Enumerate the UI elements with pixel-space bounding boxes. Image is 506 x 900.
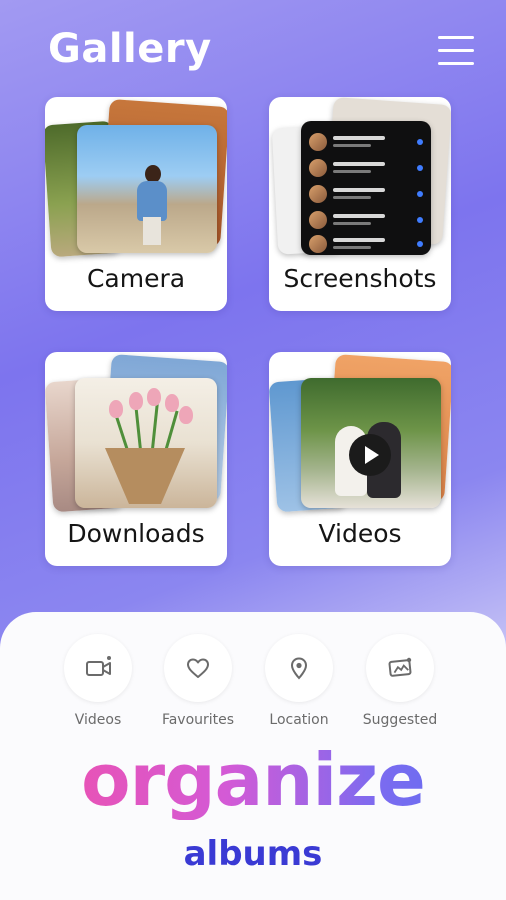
chat-row [309, 209, 427, 231]
tulip-flower [129, 392, 143, 410]
photo-thumbnail [77, 125, 217, 253]
album-label-camera: Camera [86, 264, 186, 293]
album-thumbnail-stack [271, 97, 451, 255]
quick-action-suggested[interactable]: Suggested [350, 634, 450, 728]
album-thumbnail-stack [45, 98, 227, 258]
screenshot-thumbnail [301, 121, 431, 255]
album-thumbnail-stack [45, 354, 227, 513]
tulip-flower [165, 394, 179, 412]
quick-action-favourites[interactable]: Favourites [148, 634, 248, 728]
quick-action-location[interactable]: Location [249, 634, 349, 728]
play-icon[interactable] [349, 434, 391, 476]
album-card-screenshots[interactable]: Screenshots [269, 97, 451, 311]
album-label-videos: Videos [318, 519, 402, 548]
video-thumbnail [301, 378, 441, 508]
photo-thumbnail [75, 378, 217, 508]
hamburger-menu-icon[interactable] [438, 34, 474, 66]
album-card-videos[interactable]: Videos [269, 352, 451, 566]
app-title: Gallery [48, 26, 212, 72]
chat-row [309, 131, 427, 153]
heart-icon [187, 658, 209, 678]
album-card-camera[interactable]: Camera [45, 97, 227, 311]
tulip-flower [109, 400, 123, 418]
video-camera-icon [86, 656, 111, 676]
album-card-downloads[interactable]: Downloads [45, 352, 227, 566]
person-figure [135, 165, 169, 245]
quick-action-circle [366, 634, 434, 702]
album-thumbnail-stack [269, 354, 451, 513]
quick-action-label: Suggested [362, 712, 438, 728]
chat-row [309, 233, 427, 255]
album-label-downloads: Downloads [67, 519, 205, 548]
album-label-screenshots: Screenshots [283, 264, 437, 293]
tulip-flower [147, 388, 161, 406]
promo-subline: albums [183, 834, 323, 874]
bouquet-wrap [105, 448, 185, 504]
chat-row [309, 157, 427, 179]
promo-headline: organize [0, 740, 506, 820]
quick-action-circle [64, 634, 132, 702]
suggested-photo-icon [388, 657, 412, 677]
quick-action-circle [164, 634, 232, 702]
location-pin-icon [290, 657, 308, 680]
chat-row [309, 183, 427, 205]
quick-action-videos[interactable]: Videos [48, 634, 148, 728]
tulip-flower [179, 406, 193, 424]
quick-action-circle [265, 634, 333, 702]
